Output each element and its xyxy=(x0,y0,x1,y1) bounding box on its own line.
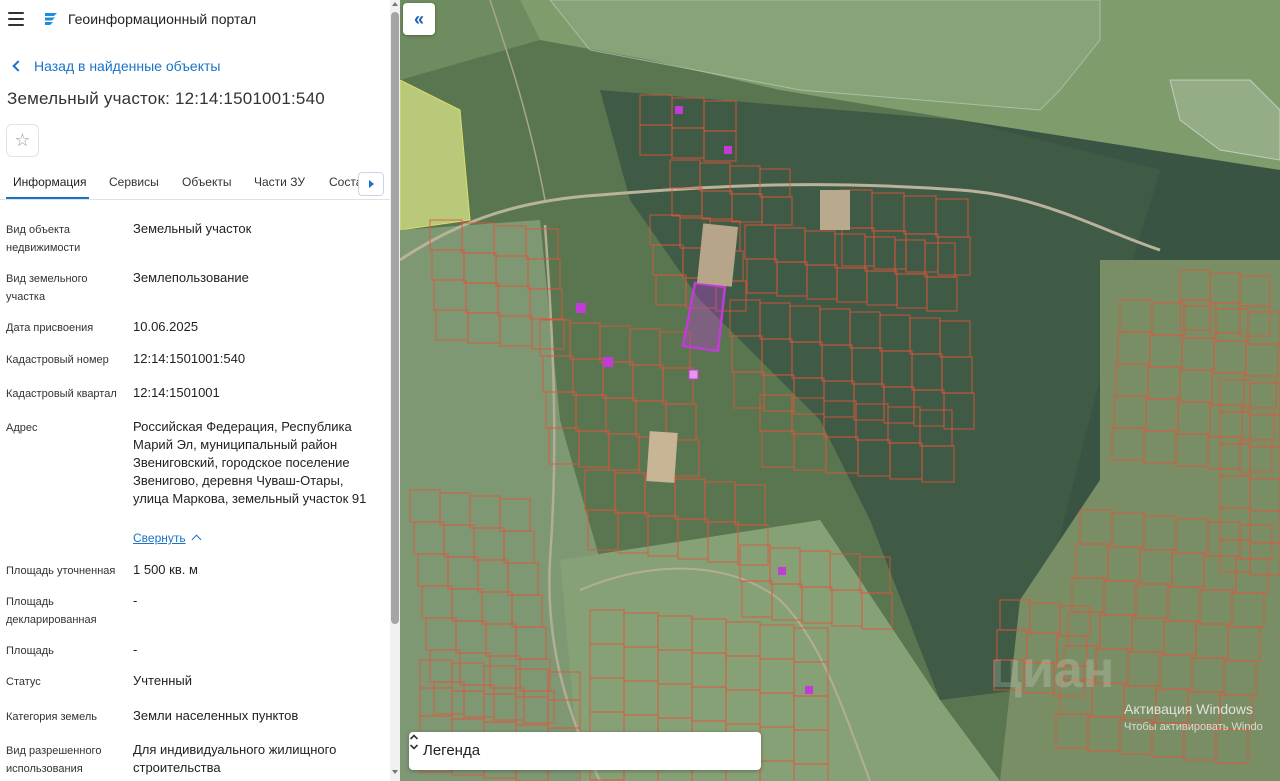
double-chevron-left-icon: « xyxy=(413,8,424,29)
building-marker[interactable] xyxy=(688,369,699,380)
value-assignment-date: 10.06.2025 xyxy=(133,319,199,334)
label-land-category: Категория земель xyxy=(6,711,97,723)
panel-scrollbar[interactable] xyxy=(390,0,400,781)
label-area: Площадь xyxy=(6,645,54,657)
active-tab-indicator xyxy=(6,197,89,199)
chevron-left-icon xyxy=(12,60,24,72)
building-marker[interactable] xyxy=(603,357,613,367)
collapse-address-link[interactable]: Свернуть xyxy=(133,531,186,545)
building-marker[interactable] xyxy=(724,146,732,154)
expand-collapse-icon xyxy=(409,734,419,750)
satellite-map-layer[interactable] xyxy=(400,0,1280,781)
back-to-results-link[interactable]: Назад в найденные объекты xyxy=(10,56,220,76)
tab-services[interactable]: Сервисы xyxy=(109,175,159,189)
chevron-up-icon xyxy=(191,534,202,545)
building-marker[interactable] xyxy=(675,106,683,114)
value-cadastral-number: 12:14:1501001:540 xyxy=(133,351,246,366)
object-title: Земельный участок: 12:14:1501001:540 xyxy=(7,89,325,108)
scroll-down-arrow-icon[interactable] xyxy=(392,770,398,774)
legend-label: Легенда xyxy=(423,742,481,759)
value-cadastral-block: 12:14:1501001 xyxy=(133,385,220,400)
label-status: Статус xyxy=(6,676,41,688)
portal-logo-icon xyxy=(45,13,57,25)
favorite-button[interactable]: ☆ xyxy=(6,124,39,157)
app-title: Геоинформационный портал xyxy=(68,11,257,27)
value-area-declared: - xyxy=(133,593,138,608)
value-area: - xyxy=(133,642,138,657)
label-cadastral-number: Кадастровый номер xyxy=(6,354,109,366)
caret-right-icon xyxy=(368,180,374,188)
tabs-scroll-right-button[interactable] xyxy=(358,172,384,196)
tab-information[interactable]: Информация xyxy=(13,175,86,189)
scrollbar-thumb[interactable] xyxy=(391,12,399,624)
label-cadastral-block: Кадастровый квартал xyxy=(6,388,117,400)
label-permitted-use: Вид разрешенного использования xyxy=(6,745,102,775)
app-header: Геоинформационный портал xyxy=(0,0,390,40)
label-assignment-date: Дата присвоения xyxy=(6,322,94,334)
value-status: Учтенный xyxy=(133,673,193,688)
scroll-up-arrow-icon[interactable] xyxy=(392,2,398,6)
label-area-refined: Площадь уточненная xyxy=(6,565,116,577)
cian-watermark: циан xyxy=(990,641,1115,699)
label-address: Адрес xyxy=(6,422,38,434)
label-parcel-type: Вид земельного участка xyxy=(6,273,88,303)
value-permitted-use: Для индивидуального жилищного строительс… xyxy=(133,742,337,775)
value-address: Российская Федерация, Республика Марий Э… xyxy=(133,419,367,506)
building-marker[interactable] xyxy=(576,303,586,313)
value-land-category: Земли населенных пунктов xyxy=(133,708,299,723)
building-marker[interactable] xyxy=(778,567,786,575)
label-area-declared: Площадь декларированная xyxy=(6,596,97,626)
tab-parcel-parts[interactable]: Части ЗУ xyxy=(254,175,305,189)
tab-bar: Информация Сервисы Объекты Части ЗУ Сост… xyxy=(0,170,390,200)
windows-activation-title: Активация Windows xyxy=(1124,701,1254,717)
menu-icon[interactable] xyxy=(8,12,24,26)
windows-activation-hint: Чтобы активировать Windo xyxy=(1124,721,1263,733)
back-link-label: Назад в найденные объекты xyxy=(34,58,221,74)
map-view[interactable]: циан « Активация Windows Чтобы активиров… xyxy=(400,0,1280,781)
building-marker[interactable] xyxy=(805,686,813,694)
collapse-panel-button[interactable]: « xyxy=(403,3,435,35)
legend-dropdown[interactable]: Легенда xyxy=(409,732,761,770)
tab-objects[interactable]: Объекты xyxy=(182,175,232,189)
value-area-refined: 1 500 кв. м xyxy=(133,562,198,577)
value-object-type: Земельный участок xyxy=(133,221,252,236)
label-object-type: Вид объекта недвижимости xyxy=(6,224,81,254)
value-parcel-type: Землепользование xyxy=(133,270,249,285)
object-info-panel: Геоинформационный портал Назад в найденн… xyxy=(0,0,400,781)
star-icon: ☆ xyxy=(14,130,31,150)
